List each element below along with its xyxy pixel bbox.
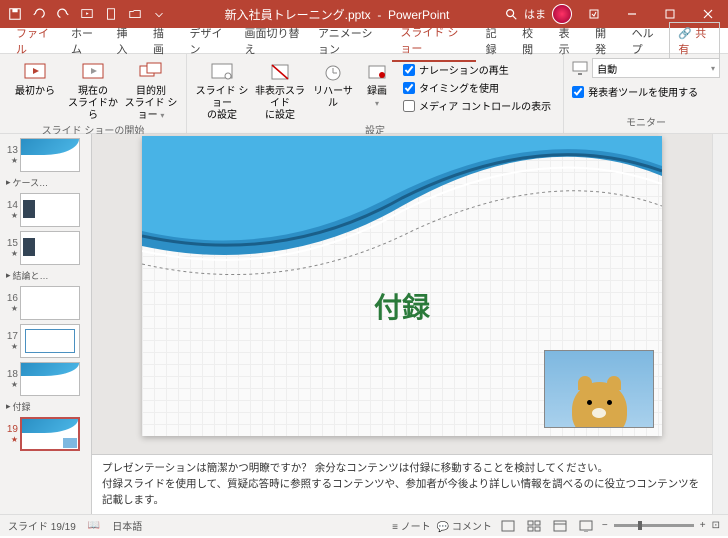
workspace: 13★ ▸ ケース… 14★ 15★ ▸ 結論と… 16★ 17★ 18★ ▸ … xyxy=(0,134,728,514)
thumb-16[interactable]: 16★ xyxy=(2,284,89,322)
media-controls-checkbox[interactable]: メディア コントロールの表示 xyxy=(403,98,551,113)
ribbon: 最初から 現在の スライドから 目的別 スライド ショー ▾ スライド ショーの… xyxy=(0,54,728,134)
zoom-slider[interactable] xyxy=(614,524,694,527)
slide-thumbnails: 13★ ▸ ケース… 14★ 15★ ▸ 結論と… 16★ 17★ 18★ ▸ … xyxy=(0,134,92,514)
from-beginning-button[interactable]: 最初から xyxy=(8,58,62,98)
slide-count[interactable]: スライド 19/19 xyxy=(8,518,76,533)
zoom-out-button[interactable]: − xyxy=(602,520,608,531)
setup-slideshow-button[interactable]: スライド ショー の設定 xyxy=(195,58,249,122)
from-current-button[interactable]: 現在の スライドから xyxy=(66,58,120,122)
notes-button[interactable]: ≡ ノート xyxy=(392,518,431,533)
section-case[interactable]: ▸ ケース… xyxy=(2,174,89,191)
comments-button[interactable]: 💬 コメント xyxy=(437,518,492,533)
section-appendix[interactable]: ▸ 付録 xyxy=(2,398,89,415)
playback-options: ナレーションの再生 タイミングを使用 メディア コントロールの表示 xyxy=(399,58,555,117)
thumb-19[interactable]: 19★ xyxy=(2,415,89,453)
notes-pane[interactable]: プレゼンテーションは簡潔かつ明瞭ですか？ 余分なコンテンツは付録に移動することを… xyxy=(92,454,712,514)
fit-to-window-button[interactable]: ⊡ xyxy=(712,520,720,531)
rehearse-button[interactable]: リハーサル xyxy=(311,58,355,110)
slide-title[interactable]: 付録 xyxy=(142,286,662,326)
slideshow-view-button[interactable] xyxy=(576,518,596,534)
group-monitor: 自動▾ 発表者ツールを使用する モニター xyxy=(564,54,728,133)
reading-view-button[interactable] xyxy=(550,518,570,534)
record-button[interactable]: 録画▾ xyxy=(359,58,395,110)
slide-area: 付録 プレゼンテーションは簡潔かつ明瞭ですか？ 余分なコンテンツは付録に移動する… xyxy=(92,134,712,514)
language[interactable]: 日本語 xyxy=(112,518,142,533)
group-setup: スライド ショー の設定 非表示スライド に設定 リハーサル 録画▾ ナレーショ… xyxy=(187,54,564,133)
thumb-15[interactable]: 15★ xyxy=(2,229,89,267)
group-start-slideshow: 最初から 現在の スライドから 目的別 スライド ショー ▾ スライド ショーの… xyxy=(0,54,187,133)
monitor-icon xyxy=(572,61,588,75)
ribbon-tabs: ファイル ホーム 挿入 描画 デザイン 画面切り替え アニメーション スライド … xyxy=(0,28,728,54)
section-conclusion[interactable]: ▸ 結論と… xyxy=(2,267,89,284)
thumb-14[interactable]: 14★ xyxy=(2,191,89,229)
hide-slide-button[interactable]: 非表示スライド に設定 xyxy=(253,58,307,122)
presenter-view-checkbox[interactable]: 発表者ツールを使用する xyxy=(572,84,720,99)
sorter-view-button[interactable] xyxy=(524,518,544,534)
vertical-scrollbar[interactable] xyxy=(712,134,728,514)
status-bar: スライド 19/19 📖 日本語 ≡ ノート 💬 コメント − + ⊡ xyxy=(0,514,728,536)
thumb-18[interactable]: 18★ xyxy=(2,360,89,398)
group-label-monitor: モニター xyxy=(572,114,720,129)
timings-checkbox[interactable]: タイミングを使用 xyxy=(403,80,551,95)
narration-checkbox[interactable]: ナレーションの再生 xyxy=(403,62,551,77)
spellcheck-icon[interactable]: 📖 xyxy=(88,520,100,531)
thumb-17[interactable]: 17★ xyxy=(2,322,89,360)
thumb-13[interactable]: 13★ xyxy=(2,136,89,174)
slide-canvas[interactable]: 付録 xyxy=(142,136,662,436)
normal-view-button[interactable] xyxy=(498,518,518,534)
monitor-select[interactable]: 自動▾ xyxy=(592,58,720,78)
custom-slideshow-button[interactable]: 目的別 スライド ショー ▾ xyxy=(124,58,178,122)
search-icon[interactable] xyxy=(504,7,518,21)
zoom-in-button[interactable]: + xyxy=(700,520,706,531)
slide-image[interactable] xyxy=(544,350,654,428)
